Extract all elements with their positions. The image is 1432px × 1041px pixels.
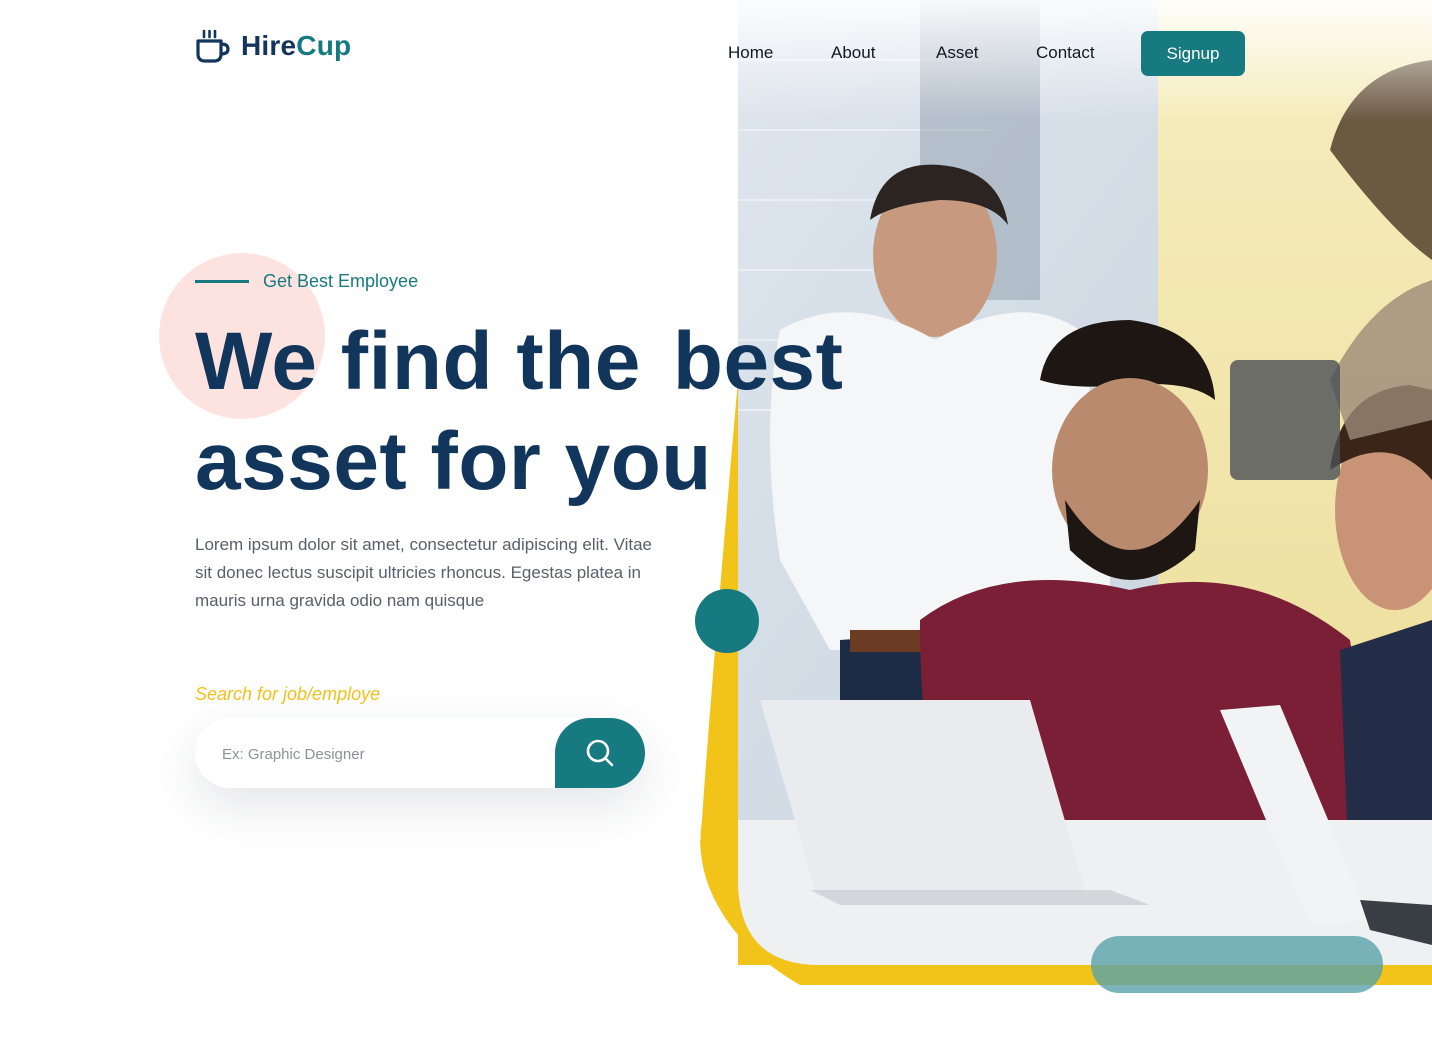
search-bar	[195, 718, 645, 788]
eyebrow-text: Get Best Employee	[263, 271, 419, 291]
eyebrow-divider	[195, 280, 249, 283]
headline-prefix: We find the	[195, 316, 641, 407]
coffee-cup-icon	[196, 29, 230, 63]
brand-name-part2: Cup	[296, 30, 352, 61]
brand-logo[interactable]: HireCup	[195, 28, 351, 64]
signup-button[interactable]: Signup	[1141, 31, 1245, 76]
hero-headline: We find the best asset for you	[195, 312, 874, 512]
brand-name: HireCup	[241, 30, 351, 62]
nav-item-home[interactable]: Home	[728, 43, 773, 63]
headline-highlight-word: best	[672, 316, 844, 407]
nav-item-contact[interactable]: Contact	[1036, 43, 1095, 63]
search-label: Search for job/employe	[195, 684, 381, 704]
headline-highlight: best	[644, 312, 874, 412]
hero-description: Lorem ipsum dolor sit amet, consectetur …	[195, 535, 653, 610]
headline-line-1: We find the best	[195, 312, 874, 412]
decorative-teal-dot	[695, 589, 759, 653]
landing-page: HireCup Home About Asset Contact Signup …	[0, 0, 1432, 1041]
brand-name-part1: Hire	[241, 30, 297, 61]
nav-item-about[interactable]: About	[831, 43, 875, 63]
search-icon	[586, 739, 614, 767]
search-button[interactable]	[555, 718, 645, 788]
nav-item-asset[interactable]: Asset	[936, 43, 979, 63]
search-input[interactable]	[220, 740, 544, 768]
headline-line-2: asset for you	[195, 416, 712, 507]
hero-eyebrow: Get Best Employee	[195, 271, 418, 292]
